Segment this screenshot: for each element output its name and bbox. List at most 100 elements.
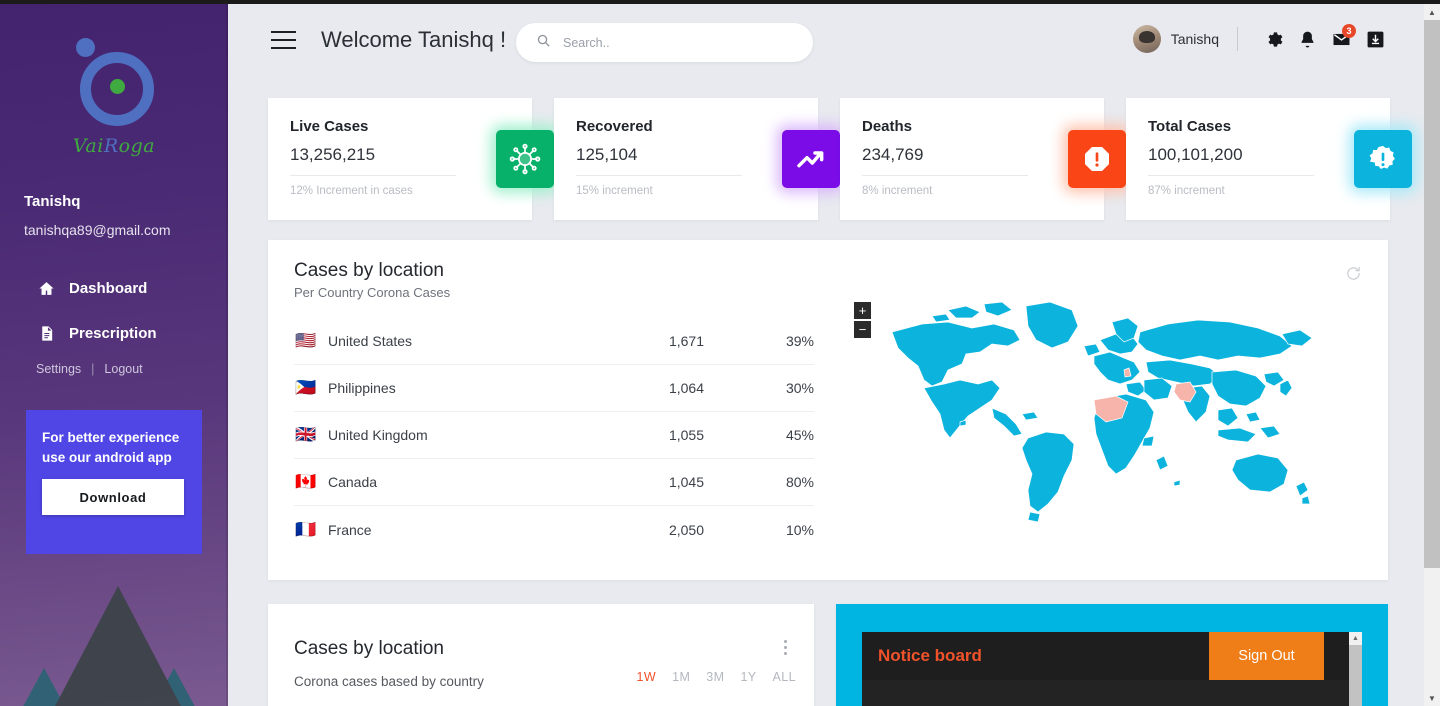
android-app-promo-card: For better experience use our android ap…: [26, 410, 202, 554]
virus-icon: [496, 130, 554, 188]
avatar[interactable]: [1132, 25, 1161, 53]
browser-top-bar: [0, 0, 1440, 4]
table-row[interactable]: 🇫🇷 France 2,050 10%: [294, 506, 814, 553]
card-subtitle: Per Country Corona Cases: [294, 285, 451, 300]
flag-icon: 🇫🇷: [295, 519, 317, 540]
stat-divider: [1148, 175, 1314, 176]
kebab-menu-icon[interactable]: [778, 640, 792, 655]
page-title: Welcome Tanishq !: [321, 27, 507, 52]
scrollbar-thumb[interactable]: [1349, 645, 1362, 706]
stat-subtext: 12% Increment in cases: [290, 185, 413, 197]
sidebar-item-label: Dashboard: [69, 279, 148, 297]
vairoga-logo-icon: [62, 34, 166, 134]
page-scrollbar[interactable]: ▲ ▼: [1424, 4, 1440, 706]
download-box-icon[interactable]: [1358, 22, 1392, 56]
bell-icon[interactable]: [1290, 22, 1324, 56]
page-scrollbar-thumb[interactable]: [1424, 20, 1440, 568]
sidebar-item-dashboard[interactable]: Dashboard: [0, 268, 228, 308]
brand-name-part2: R: [103, 135, 119, 157]
mail-badge: 3: [1342, 24, 1356, 38]
map-zoom-in-button[interactable]: +: [854, 302, 871, 319]
refresh-icon[interactable]: [1340, 260, 1366, 286]
notice-board-body: [862, 680, 1362, 706]
time-range-selector: 1W 1M 3M 1Y ALL: [637, 670, 796, 684]
brand-name: VaiRoga: [0, 135, 228, 157]
case-percent: 80%: [785, 474, 814, 490]
range-1m[interactable]: 1M: [672, 670, 690, 684]
stat-card-total-cases: Total Cases 100,101,200 87% increment: [1126, 98, 1412, 220]
sign-out-button[interactable]: Sign Out: [1209, 632, 1324, 680]
range-all[interactable]: ALL: [773, 670, 796, 684]
notice-board-header: Notice board Sign Out: [862, 632, 1362, 680]
notice-board-panel: Notice board Sign Out ▲: [836, 604, 1388, 706]
sidebar-nav: Dashboard Prescription: [0, 268, 228, 358]
hamburger-line: [271, 39, 296, 41]
case-count: 1,671: [668, 333, 704, 349]
logo-green-dot-icon: [110, 79, 125, 94]
map-zoom-controls: + −: [854, 302, 871, 338]
case-percent: 45%: [785, 427, 814, 443]
app-root: VaiRoga Tanishq tanishqa89@gmail.com Das…: [0, 0, 1440, 706]
card-title: Cases by location: [294, 638, 444, 659]
flag-icon: 🇺🇸: [295, 331, 317, 351]
download-button[interactable]: Download: [42, 479, 184, 516]
main-content: Live Cases 13,256,215 12% Increment in c…: [228, 76, 1424, 706]
map-zoom-out-button[interactable]: −: [854, 321, 871, 338]
trending-up-icon: [782, 130, 840, 188]
logout-link[interactable]: Logout: [104, 362, 142, 376]
stat-divider: [576, 175, 742, 176]
world-map[interactable]: [888, 288, 1358, 538]
sidebar-user-name: Tanishq: [24, 193, 81, 210]
country-name: Philippines: [328, 380, 396, 396]
hamburger-line: [271, 31, 296, 33]
search-bar[interactable]: [516, 23, 813, 62]
notice-board-title: Notice board: [878, 646, 982, 665]
gear-icon[interactable]: [1256, 22, 1290, 56]
settings-link[interactable]: Settings: [36, 362, 81, 376]
stat-card-deaths: Deaths 234,769 8% increment: [840, 98, 1126, 220]
country-name: Canada: [328, 474, 378, 490]
kebab-dot: [783, 652, 787, 655]
search-input[interactable]: [563, 35, 793, 50]
brand-logo[interactable]: VaiRoga: [0, 34, 228, 157]
hamburger-icon[interactable]: [271, 31, 296, 49]
stat-title: Recovered: [576, 118, 653, 135]
promo-text: For better experience use our android ap…: [42, 430, 180, 465]
notice-board-scrollbar[interactable]: ▲: [1349, 632, 1362, 706]
stat-card-live-cases: Live Cases 13,256,215 12% Increment in c…: [268, 98, 554, 220]
sidebar-user-email: tanishqa89@gmail.com: [24, 222, 171, 238]
case-count: 1,064: [668, 380, 704, 396]
links-separator: |: [91, 362, 95, 376]
top-header: Welcome Tanishq ! Tanishq 3: [228, 4, 1424, 76]
case-count: 2,050: [668, 521, 704, 538]
mail-icon[interactable]: 3: [1324, 22, 1358, 56]
range-1y[interactable]: 1Y: [740, 670, 756, 684]
case-percent: 10%: [785, 521, 814, 538]
brand-name-part3: oga: [118, 135, 156, 157]
case-count: 1,045: [668, 474, 704, 490]
table-row[interactable]: 🇵🇭 Philippines 1,064 30%: [294, 365, 814, 412]
mountain-peak: [52, 586, 184, 706]
cases-by-location-card: Cases by location Per Country Corona Cas…: [268, 240, 1388, 580]
scroll-up-arrow-icon[interactable]: ▲: [1349, 632, 1362, 645]
range-3m[interactable]: 3M: [706, 670, 724, 684]
range-1w[interactable]: 1W: [637, 670, 657, 684]
header-divider: [1237, 27, 1238, 51]
case-percent: 39%: [785, 333, 814, 349]
table-row[interactable]: 🇨🇦 Canada 1,045 80%: [294, 459, 814, 506]
table-row[interactable]: 🇺🇸 United States 1,671 39%: [294, 318, 814, 365]
cases-chart-card: Cases by location Corona cases based by …: [268, 604, 814, 706]
alert-octagon-icon: [1068, 130, 1126, 188]
hamburger-line: [271, 47, 296, 49]
card-title: Cases by location: [294, 260, 444, 281]
kebab-dot: [783, 646, 787, 649]
flag-icon: 🇨🇦: [295, 472, 317, 492]
page-scroll-down-arrow-icon[interactable]: ▼: [1424, 690, 1440, 706]
country-cases-table: 🇺🇸 United States 1,671 39% 🇵🇭 Philippine…: [294, 318, 814, 553]
account-name[interactable]: Tanishq: [1171, 31, 1219, 47]
table-row[interactable]: 🇬🇧 United Kingdom 1,055 45%: [294, 412, 814, 459]
sidebar-edge: [226, 0, 228, 706]
stat-subtext: 15% increment: [576, 185, 653, 197]
sidebar-item-prescription[interactable]: Prescription: [0, 313, 228, 353]
page-scroll-up-arrow-icon[interactable]: ▲: [1424, 4, 1440, 20]
